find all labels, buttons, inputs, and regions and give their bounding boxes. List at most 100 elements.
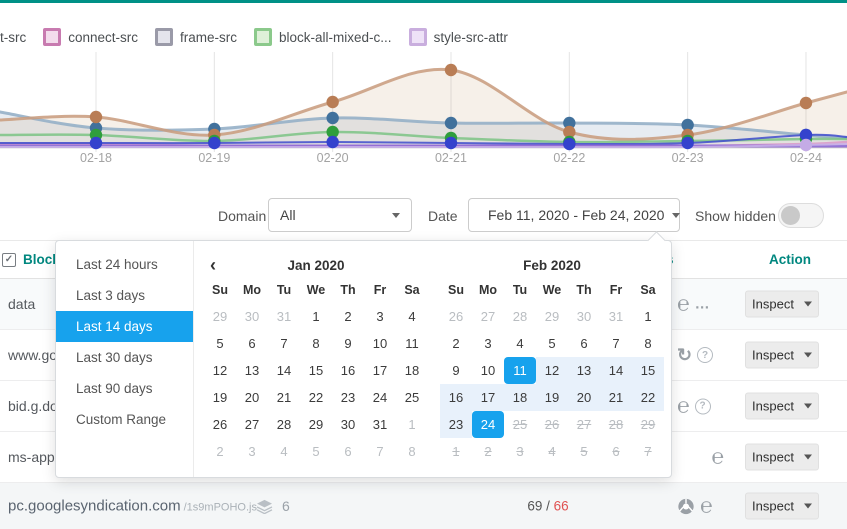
range-preset-last-14-days[interactable]: Last 14 days <box>56 311 193 342</box>
show-hidden-toggle[interactable] <box>778 203 824 228</box>
calendar-day[interactable]: 4 <box>536 438 568 465</box>
calendar-day[interactable]: 23 <box>332 384 364 411</box>
calendar-day[interactable]: 29 <box>632 411 664 438</box>
calendar-day[interactable]: 25 <box>504 411 536 438</box>
inspect-button[interactable]: Inspect <box>745 493 819 520</box>
legend-item-connect-src[interactable]: connect-src <box>43 28 138 46</box>
calendar-day[interactable]: 29 <box>536 303 568 330</box>
calendar-day[interactable]: 1 <box>396 411 428 438</box>
calendar-day[interactable]: 29 <box>300 411 332 438</box>
calendar-day[interactable]: 6 <box>600 438 632 465</box>
calendar-day[interactable]: 6 <box>332 438 364 465</box>
calendar-day[interactable]: 16 <box>440 384 472 411</box>
calendar-day[interactable]: 5 <box>300 438 332 465</box>
calendar-day[interactable]: 29 <box>204 303 236 330</box>
calendar-day[interactable]: 1 <box>440 438 472 465</box>
calendar-day[interactable]: 12 <box>204 357 236 384</box>
calendar-day[interactable]: 28 <box>600 411 632 438</box>
calendar-day[interactable]: 21 <box>268 384 300 411</box>
calendar-day[interactable]: 2 <box>472 438 504 465</box>
range-preset-last-3-days[interactable]: Last 3 days <box>56 280 193 311</box>
prev-month-icon[interactable]: ‹ <box>210 254 216 276</box>
calendar-day[interactable]: 8 <box>396 438 428 465</box>
calendar-day[interactable]: 17 <box>364 357 396 384</box>
calendar-day[interactable]: 14 <box>600 357 632 384</box>
calendar-day[interactable]: 3 <box>236 438 268 465</box>
calendar-day[interactable]: 15 <box>632 357 664 384</box>
inspect-button[interactable]: Inspect <box>745 444 819 471</box>
calendar-day[interactable]: 4 <box>268 438 300 465</box>
domain-select[interactable]: All <box>268 198 412 232</box>
calendar-day[interactable]: 5 <box>568 438 600 465</box>
calendar-day[interactable]: 20 <box>236 384 268 411</box>
calendar-day[interactable]: 26 <box>204 411 236 438</box>
calendar-day[interactable]: 19 <box>204 384 236 411</box>
calendar-day[interactable]: 7 <box>632 438 664 465</box>
calendar-day[interactable]: 13 <box>236 357 268 384</box>
calendar-day[interactable]: 7 <box>364 438 396 465</box>
inspect-button[interactable]: Inspect <box>745 393 819 420</box>
calendar-day[interactable]: 7 <box>600 330 632 357</box>
calendar-day[interactable]: 30 <box>568 303 600 330</box>
calendar-day[interactable]: 28 <box>504 303 536 330</box>
calendar-day[interactable]: 6 <box>236 330 268 357</box>
calendar-day[interactable]: 27 <box>472 303 504 330</box>
range-preset-last-30-days[interactable]: Last 30 days <box>56 342 193 373</box>
calendar-day[interactable]: 23 <box>440 411 472 438</box>
calendar-day[interactable]: 8 <box>632 330 664 357</box>
table-row[interactable]: pc.googlesyndication.com/1s9mPOHO.js669 … <box>0 483 847 529</box>
calendar-day[interactable]: 27 <box>568 411 600 438</box>
calendar-day[interactable]: 9 <box>440 357 472 384</box>
legend-item-frame-src[interactable]: frame-src <box>155 28 237 46</box>
calendar-day[interactable]: 10 <box>472 357 504 384</box>
calendar-day[interactable]: 9 <box>332 330 364 357</box>
calendar-day[interactable]: 22 <box>300 384 332 411</box>
calendar-day[interactable]: 21 <box>600 384 632 411</box>
calendar-day[interactable]: 26 <box>440 303 472 330</box>
calendar-day[interactable]: 7 <box>268 330 300 357</box>
calendar-day[interactable]: 18 <box>396 357 428 384</box>
calendar-day[interactable]: 2 <box>204 438 236 465</box>
calendar-day[interactable]: 3 <box>472 330 504 357</box>
legend-item-block-all-mixed-c-[interactable]: block-all-mixed-c... <box>254 28 392 46</box>
calendar-day[interactable]: 24 <box>472 411 504 438</box>
calendar-day[interactable]: 13 <box>568 357 600 384</box>
calendar-day[interactable]: 31 <box>268 303 300 330</box>
calendar-day[interactable]: 1 <box>632 303 664 330</box>
calendar-day[interactable]: 2 <box>440 330 472 357</box>
calendar-day[interactable]: 28 <box>268 411 300 438</box>
calendar-day[interactable]: 4 <box>504 330 536 357</box>
calendar-day[interactable]: 1 <box>300 303 332 330</box>
calendar-day[interactable]: 18 <box>504 384 536 411</box>
legend-item-style-src-attr[interactable]: style-src-attr <box>409 28 508 46</box>
calendar-day[interactable]: 3 <box>504 438 536 465</box>
calendar-day[interactable]: 3 <box>364 303 396 330</box>
calendar-day[interactable]: 26 <box>536 411 568 438</box>
calendar-day[interactable]: 11 <box>504 357 536 384</box>
calendar-day[interactable]: 27 <box>236 411 268 438</box>
calendar-day[interactable]: 24 <box>364 384 396 411</box>
inspect-button[interactable]: Inspect <box>745 291 819 318</box>
calendar-day[interactable]: 5 <box>536 330 568 357</box>
calendar-day[interactable]: 22 <box>632 384 664 411</box>
calendar-day[interactable]: 14 <box>268 357 300 384</box>
calendar-day[interactable]: 17 <box>472 384 504 411</box>
checkbox-icon[interactable]: ✓ <box>2 253 16 267</box>
calendar-day[interactable]: 19 <box>536 384 568 411</box>
range-preset-last-24-hours[interactable]: Last 24 hours <box>56 249 193 280</box>
calendar-day[interactable]: 11 <box>396 330 428 357</box>
legend-item-t-src[interactable]: t-src <box>0 30 26 45</box>
calendar-day[interactable]: 31 <box>364 411 396 438</box>
calendar-day[interactable]: 30 <box>236 303 268 330</box>
calendar-day[interactable]: 2 <box>332 303 364 330</box>
range-preset-last-90-days[interactable]: Last 90 days <box>56 373 193 404</box>
calendar-day[interactable]: 12 <box>536 357 568 384</box>
calendar-day[interactable]: 20 <box>568 384 600 411</box>
calendar-day[interactable]: 30 <box>332 411 364 438</box>
calendar-day[interactable]: 8 <box>300 330 332 357</box>
calendar-day[interactable]: 16 <box>332 357 364 384</box>
calendar-day[interactable]: 6 <box>568 330 600 357</box>
calendar-day[interactable]: 10 <box>364 330 396 357</box>
calendar-day[interactable]: 31 <box>600 303 632 330</box>
calendar-day[interactable]: 25 <box>396 384 428 411</box>
